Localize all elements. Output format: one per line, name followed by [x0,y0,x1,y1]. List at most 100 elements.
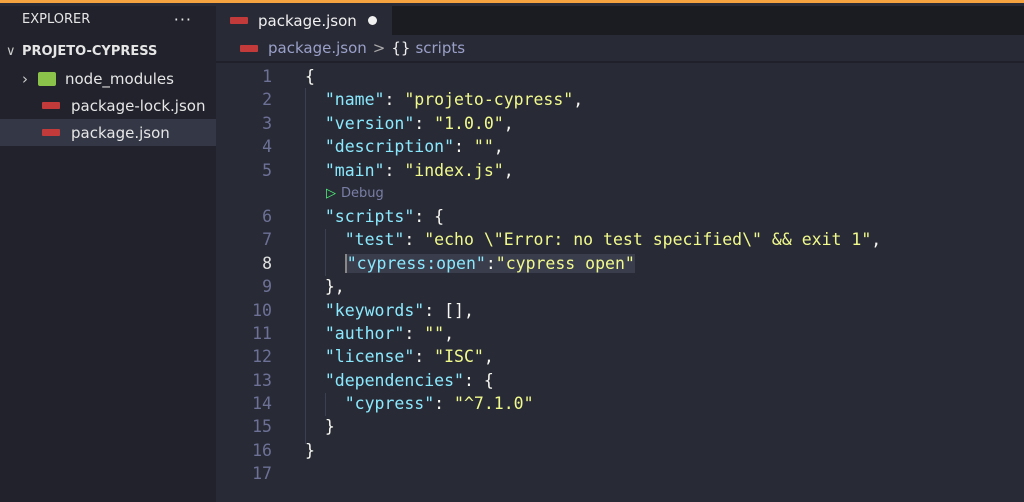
punctuation [305,90,325,109]
json-key: "name" [324,90,385,110]
json-string: "projeto-cypress" [404,90,574,110]
json-key: "description" [324,137,455,157]
line-number: 14 [252,394,272,414]
project-name: PROJETO-CYPRESS [22,43,158,59]
code-line[interactable]: 17 [216,462,1024,485]
play-icon: ▷ [326,185,336,201]
punctuation: : [414,347,435,367]
debug-codelens[interactable]: ▷ Debug [216,182,1024,205]
punctuation [305,254,345,273]
tree-item-package-lock[interactable]: package-lock.json [0,92,216,119]
punctuation: : { [414,206,445,226]
line-code: "license": "ISC", [305,345,494,368]
explorer-sidebar: EXPLORER ··· ∨ PROJETO-CYPRESS › node_modu… [0,6,216,502]
folder-node-icon [38,71,56,86]
project-folder-header[interactable]: ∨ PROJETO-CYPRESS [0,37,216,65]
tree-item-node-modules[interactable]: › node_modules [0,65,216,92]
code-line[interactable]: 8 "cypress:open":"cypress open" [216,252,1024,275]
json-string: "echo \"Error: no test specified\" && ex… [424,230,872,250]
json-key: "author" [324,323,405,343]
code-line[interactable]: 6 "scripts": { [216,205,1024,228]
code-line[interactable]: 9 }, [216,275,1024,298]
tree-item-label: package-lock.json [71,96,206,115]
object-braces-icon: {} [391,39,411,57]
punctuation: : { [463,370,494,390]
punctuation [305,324,325,343]
punctuation: , [503,160,514,180]
line-code: } [305,415,335,438]
punctuation: : [384,160,405,180]
code-line[interactable]: 13 "dependencies": { [216,369,1024,392]
punctuation: , [493,137,504,157]
json-key: "cypress:open" [346,253,486,273]
punctuation: , [503,113,514,133]
punctuation: : [485,253,496,273]
json-key: "keywords" [324,300,425,320]
code-line[interactable]: 3 "version": "1.0.0", [216,112,1024,135]
punctuation: , [444,323,455,343]
code-line[interactable]: 1{ [216,65,1024,88]
breadcrumb-file[interactable]: package.json [268,39,367,57]
json-string: "ISC" [434,347,484,367]
punctuation: : [414,113,435,133]
punctuation [305,371,325,390]
line-code: "keywords": [], [305,299,474,322]
json-key: "version" [324,113,415,133]
tab-label: package.json [258,11,357,30]
punctuation: : [384,90,405,110]
punctuation: } [305,440,315,460]
more-actions-icon[interactable]: ··· [174,10,192,29]
code-line[interactable]: 2 "name": "projeto-cypress", [216,88,1024,111]
punctuation: : [], [424,300,474,320]
explorer-header: EXPLORER ··· [0,6,216,33]
line-number: 16 [252,440,272,460]
tab-bar: package.json [216,6,1024,35]
punctuation: , [483,347,494,367]
code-editor[interactable]: 1{2 "name": "projeto-cypress", 3 "version… [216,65,1024,502]
line-code: "version": "1.0.0", [305,112,514,135]
line-number: 2 [262,90,272,110]
punctuation [305,347,325,366]
code-line[interactable]: 7 "test": "echo \"Error: no test specifi… [216,228,1024,251]
line-number: 3 [262,113,272,133]
json-key: "cypress" [344,394,435,414]
tree-item-label: node_modules [65,69,174,88]
code-line[interactable]: 12 "license": "ISC", [216,345,1024,368]
code-line[interactable]: 4 "description": "", [216,135,1024,158]
code-line[interactable]: 16} [216,439,1024,462]
breadcrumb-symbol[interactable]: scripts [415,39,465,57]
code-line[interactable]: 15 } [216,415,1024,438]
json-string: "" [424,323,445,343]
punctuation [305,301,325,320]
line-number: 7 [262,230,272,250]
line-code: { [305,65,315,88]
line-code: "test": "echo \"Error: no test specified… [305,228,881,251]
code-line[interactable]: 14 "cypress": "^7.1.0" [216,392,1024,415]
punctuation: : [404,323,425,343]
line-number: 1 [262,67,272,86]
code-line[interactable]: 11 "author": "", [216,322,1024,345]
json-string: "^7.1.0" [454,394,534,414]
code-line[interactable]: 10 "keywords": [], [216,299,1024,322]
unsaved-dot-icon[interactable] [367,16,377,25]
line-number: 9 [262,277,272,297]
json-key: "dependencies" [324,370,464,390]
code-line[interactable]: 5 "main": "index.js", [216,159,1024,182]
chevron-down-icon: ∨ [6,43,16,59]
punctuation: , [573,90,584,110]
line-number: 12 [252,347,272,367]
line-number: 17 [252,464,272,484]
punctuation [305,137,325,156]
line-number: 15 [252,417,272,437]
punctuation: : [454,137,474,157]
tab-package-json[interactable]: package.json [216,6,392,35]
json-string: "index.js" [404,160,504,180]
selection-highlight: "cypress:open":"cypress open" [344,253,635,273]
line-code: "name": "projeto-cypress", [305,88,583,111]
tree-item-package-json[interactable]: package.json [0,119,216,146]
line-number: 10 [252,300,272,320]
line-code: "main": "index.js", [305,159,514,182]
line-code: "cypress": "^7.1.0" [305,392,534,415]
npm-icon [230,17,248,24]
line-number: 8 [262,253,272,273]
